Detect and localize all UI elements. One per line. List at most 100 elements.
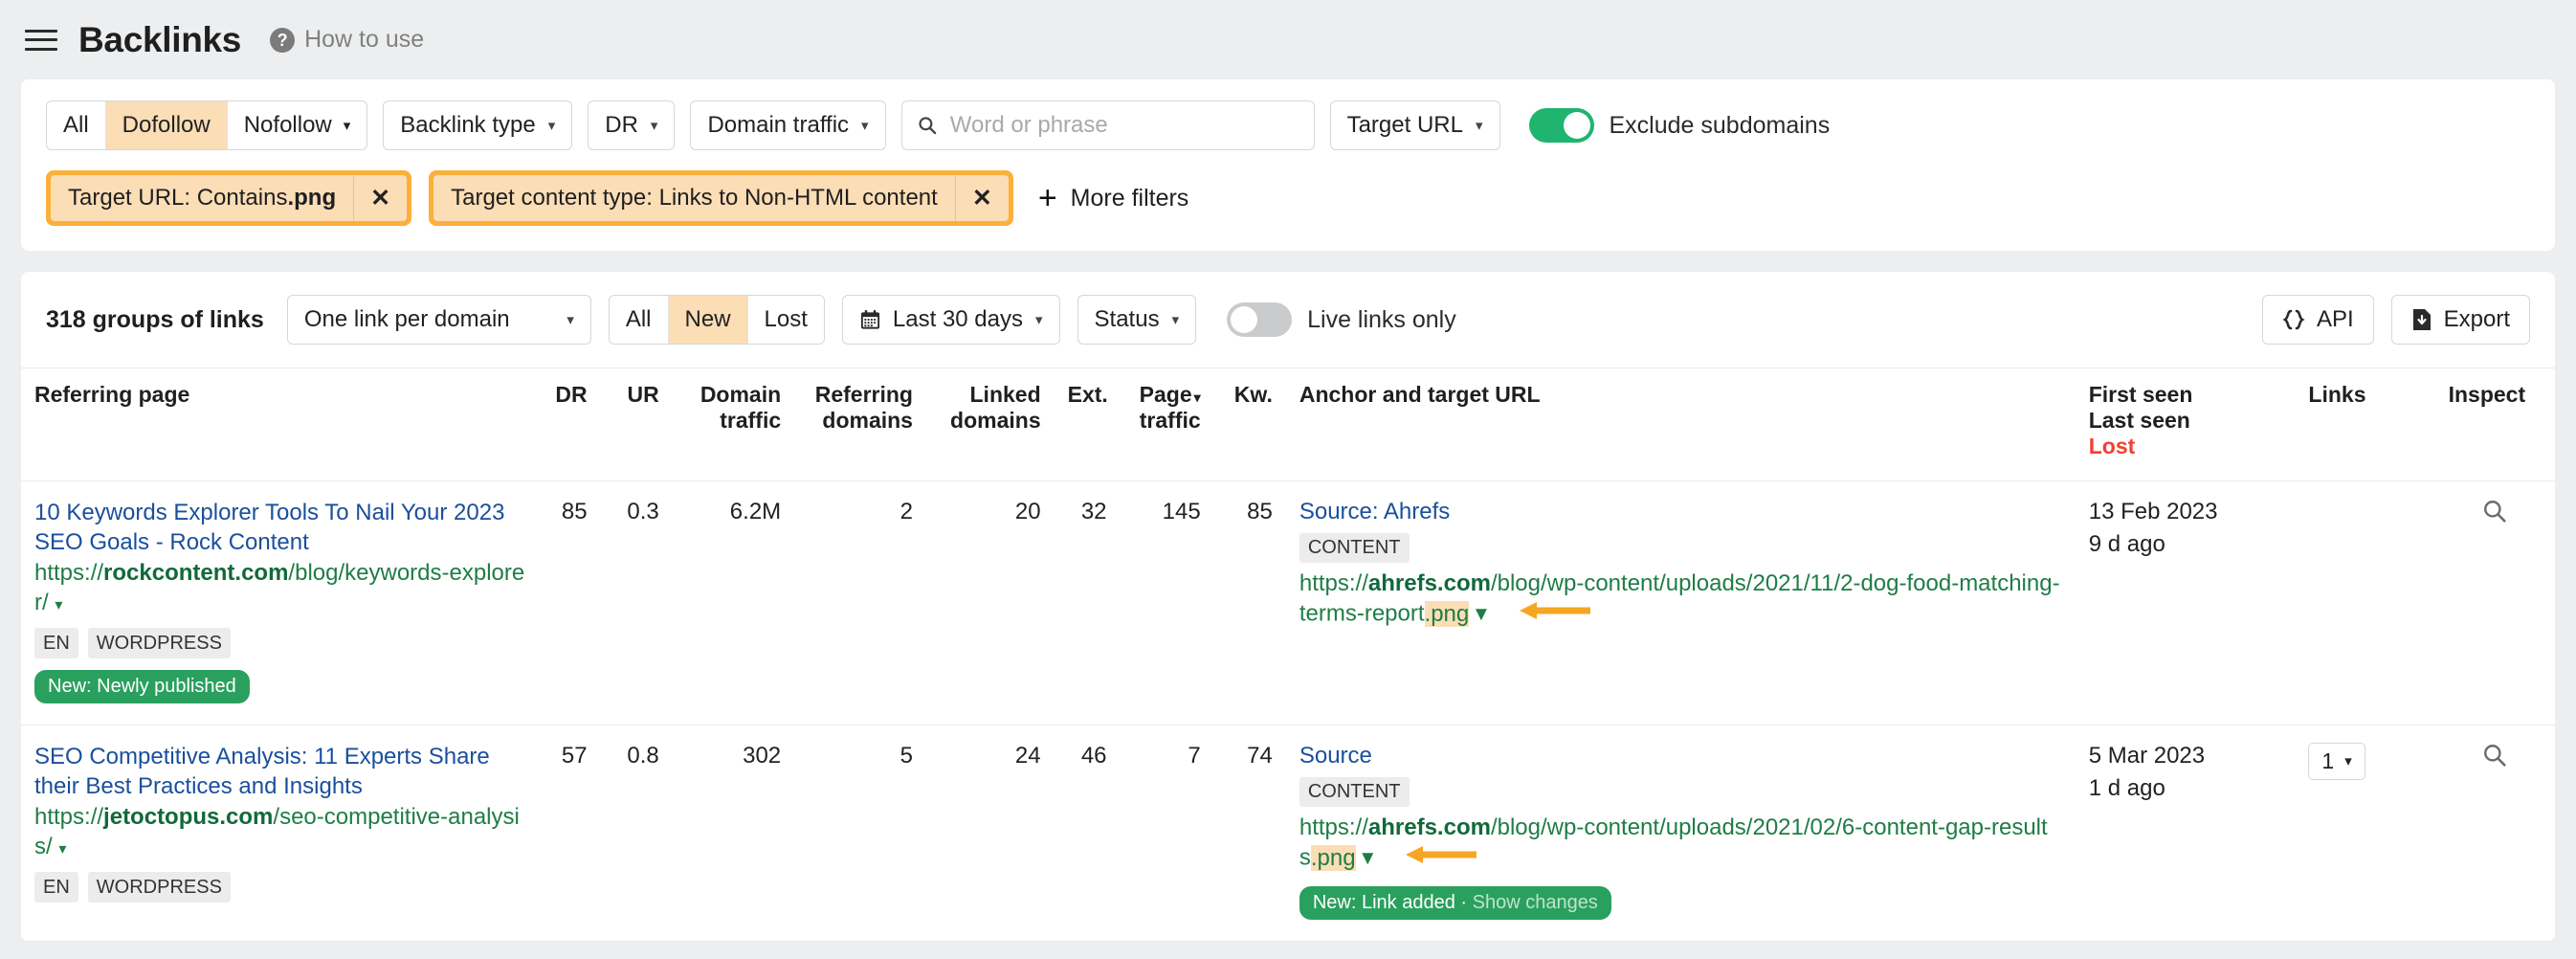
follow-type-segmented-control[interactable]: All Dofollow Nofollow ▾ bbox=[46, 100, 368, 150]
cell-links: 1 ▾ bbox=[2295, 725, 2435, 943]
anchor-text[interactable]: Source bbox=[1299, 743, 2062, 769]
burger-line bbox=[25, 38, 57, 41]
sort-descending-icon: ▾ bbox=[1193, 390, 1201, 405]
table-row: SEO Competitive Analysis: 11 Experts Sha… bbox=[21, 725, 2555, 943]
cell-ext[interactable]: 46 bbox=[1054, 725, 1121, 943]
export-button[interactable]: Export bbox=[2390, 295, 2530, 345]
api-button[interactable]: API bbox=[2261, 295, 2374, 345]
url-domain: rockcontent.com bbox=[103, 560, 289, 587]
annotation-arrow-icon bbox=[1383, 842, 1478, 875]
cell-page-traffic: 7 bbox=[1120, 725, 1214, 943]
column-label-line1: Page bbox=[1139, 382, 1192, 407]
status-dropdown-label: Status bbox=[1094, 306, 1160, 332]
dr-label: DR bbox=[605, 112, 638, 138]
url-domain: ahrefs.com bbox=[1367, 570, 1491, 596]
first-seen-date: 5 Mar 2023 bbox=[2088, 742, 2206, 769]
cell-inspect bbox=[2434, 725, 2555, 943]
column-links[interactable]: Links bbox=[2295, 368, 2435, 481]
domain-traffic-dropdown[interactable]: Domain traffic ▾ bbox=[690, 100, 886, 150]
column-domain-traffic[interactable]: Domain traffic bbox=[672, 368, 795, 481]
column-dr[interactable]: DR bbox=[538, 368, 601, 481]
status-dropdown[interactable]: Status ▾ bbox=[1077, 295, 1197, 345]
anchor-text[interactable]: Source: Ahrefs bbox=[1299, 499, 2062, 525]
filter-dofollow[interactable]: Dofollow bbox=[105, 101, 228, 149]
cell-referring-domains[interactable]: 5 bbox=[794, 725, 926, 943]
cell-domain-traffic: 302 bbox=[672, 725, 795, 943]
grouping-dropdown[interactable]: One link per domain ▾ bbox=[286, 295, 591, 345]
chevron-down-icon[interactable]: ▾ bbox=[1476, 601, 1487, 627]
how-to-use-link[interactable]: ? How to use bbox=[270, 26, 424, 54]
filter-all[interactable]: All bbox=[47, 101, 106, 149]
referring-page-url[interactable]: https://rockcontent.com/blog/keywords-ex… bbox=[34, 559, 525, 617]
referring-page-tags: EN WORDPRESS bbox=[34, 627, 525, 658]
close-icon[interactable]: ✕ bbox=[353, 175, 407, 221]
magnifier-icon[interactable] bbox=[2482, 499, 2507, 524]
column-linked-domains[interactable]: Linked domains bbox=[925, 368, 1055, 481]
live-links-only-toggle[interactable] bbox=[1227, 302, 1293, 337]
status-new[interactable]: New bbox=[668, 296, 748, 344]
column-first-seen[interactable]: First seen Last seen Lost bbox=[2075, 368, 2296, 481]
status-all[interactable]: All bbox=[610, 296, 669, 344]
toggle-knob bbox=[1231, 306, 1258, 333]
more-filters-button[interactable]: + More filters bbox=[1038, 182, 1189, 214]
backlink-type-label: Backlink type bbox=[400, 112, 536, 138]
filter-chip-target-url[interactable]: Target URL: Contains .png ✕ bbox=[46, 170, 412, 226]
status-badge[interactable]: New: Link added · Show changes bbox=[1299, 886, 1611, 921]
column-ext[interactable]: Ext. bbox=[1054, 368, 1121, 481]
exclude-subdomains-toggle[interactable] bbox=[1528, 108, 1594, 143]
referring-page-title[interactable]: SEO Competitive Analysis: 11 Experts Sha… bbox=[34, 743, 525, 801]
content-type-tag: CONTENT bbox=[1299, 533, 1410, 563]
column-kw[interactable]: Kw. bbox=[1213, 368, 1286, 481]
cell-linked-domains[interactable]: 20 bbox=[925, 480, 1055, 725]
column-anchor-and-target-url[interactable]: Anchor and target URL bbox=[1285, 368, 2076, 481]
magnifier-icon[interactable] bbox=[2482, 743, 2507, 768]
filter-nofollow[interactable]: Nofollow ▾ bbox=[228, 101, 367, 149]
search-box[interactable] bbox=[900, 100, 1315, 150]
chevron-down-icon[interactable]: ▾ bbox=[1362, 845, 1373, 871]
referring-page-url[interactable]: https://jetoctopus.com/seo-competitive-a… bbox=[34, 803, 525, 861]
links-count-dropdown[interactable]: 1 ▾ bbox=[2308, 742, 2365, 780]
filter-chip-target-content-type[interactable]: Target content type: Links to Non-HTML c… bbox=[429, 170, 1013, 226]
cell-kw[interactable]: 85 bbox=[1213, 480, 1286, 725]
url-extension-highlight: .png bbox=[1310, 844, 1356, 871]
cell-ext[interactable]: 32 bbox=[1054, 480, 1121, 725]
cell-linked-domains[interactable]: 24 bbox=[925, 725, 1055, 943]
column-label-line1: Linked bbox=[969, 382, 1041, 407]
column-referring-page[interactable]: Referring page bbox=[21, 368, 539, 481]
new-lost-segmented-control[interactable]: All New Lost bbox=[608, 295, 825, 345]
hamburger-menu-icon[interactable] bbox=[25, 27, 57, 54]
chevron-down-icon[interactable]: ▾ bbox=[55, 597, 62, 613]
cell-referring-page: SEO Competitive Analysis: 11 Experts Sha… bbox=[21, 725, 539, 943]
date-range-dropdown[interactable]: Last 30 days ▾ bbox=[841, 295, 1060, 345]
chevron-down-icon[interactable]: ▾ bbox=[58, 841, 66, 858]
app-header: Backlinks ? How to use bbox=[0, 0, 2576, 79]
referring-page-title[interactable]: 10 Keywords Explorer Tools To Nail Your … bbox=[34, 499, 525, 557]
question-mark-icon: ? bbox=[270, 27, 296, 53]
active-filter-chips: Target URL: Contains .png ✕ Target conte… bbox=[46, 170, 2530, 226]
backlink-type-dropdown[interactable]: Backlink type ▾ bbox=[383, 100, 573, 150]
column-referring-domains[interactable]: Referring domains bbox=[794, 368, 926, 481]
show-changes-link[interactable]: Show changes bbox=[1473, 892, 1598, 913]
url-domain: ahrefs.com bbox=[1367, 814, 1491, 840]
target-url[interactable]: https://ahrefs.com/blog/wp-content/uploa… bbox=[1299, 569, 2062, 631]
domain-traffic-label: Domain traffic bbox=[707, 112, 850, 138]
target-url-dropdown[interactable]: Target URL ▾ bbox=[1329, 100, 1500, 150]
cell-kw[interactable]: 74 bbox=[1213, 725, 1286, 943]
search-input[interactable] bbox=[947, 111, 1299, 140]
target-url[interactable]: https://ahrefs.com/blog/wp-content/uploa… bbox=[1299, 813, 2062, 875]
chevron-down-icon: ▾ bbox=[1475, 118, 1483, 134]
column-inspect[interactable]: Inspect bbox=[2434, 368, 2555, 481]
column-page-traffic[interactable]: Page ▾ traffic bbox=[1120, 368, 1214, 481]
cell-referring-domains[interactable]: 2 bbox=[794, 480, 926, 725]
column-ur[interactable]: UR bbox=[600, 368, 673, 481]
dr-dropdown[interactable]: DR ▾ bbox=[588, 100, 676, 150]
live-links-only-label: Live links only bbox=[1307, 305, 1456, 333]
close-icon[interactable]: ✕ bbox=[954, 175, 1009, 221]
download-file-icon bbox=[2412, 309, 2431, 330]
status-lost[interactable]: Lost bbox=[748, 296, 824, 344]
more-filters-label: More filters bbox=[1070, 184, 1189, 212]
url-domain: jetoctopus.com bbox=[103, 804, 274, 831]
column-label-last-seen: Last seen bbox=[2088, 408, 2190, 433]
search-icon bbox=[919, 117, 936, 135]
column-label-lost: Lost bbox=[2088, 434, 2136, 458]
